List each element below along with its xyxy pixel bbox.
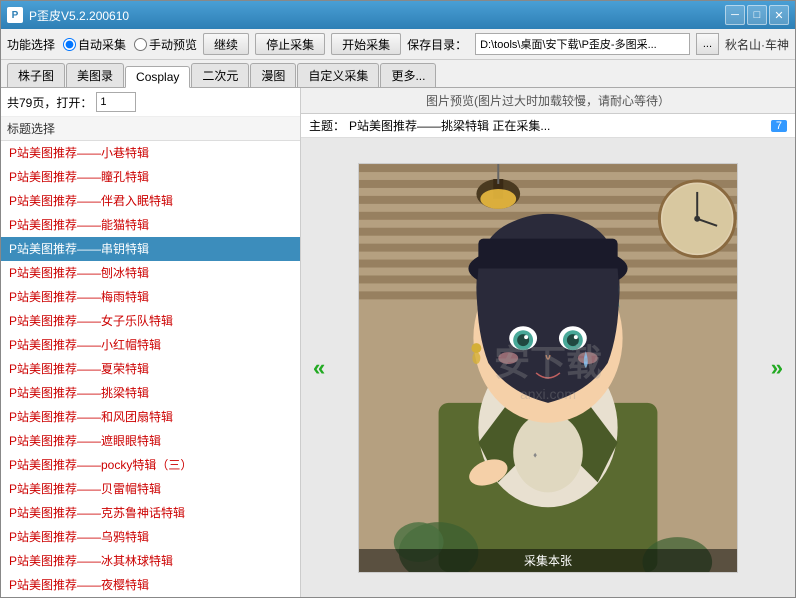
manual-preview-label: 手动预览 xyxy=(149,36,197,53)
preview-area: « xyxy=(301,138,795,597)
tab-mantou[interactable]: 漫图 xyxy=(250,63,296,87)
list-item[interactable]: P站美图推荐——梅雨特辑 xyxy=(1,285,300,309)
main-content: 共79页，打开： 标题选择 P站美图推荐——小巷特辑P站美图推荐——瞳孔特辑P站… xyxy=(1,88,795,597)
list-item[interactable]: P站美图推荐——串钥特辑 xyxy=(1,237,300,261)
tabs-row: 株子图 美图录 Cosplay 二次元 漫图 自定义采集 更多... xyxy=(1,60,795,88)
list-item[interactable]: P站美图推荐——乌鸦特辑 xyxy=(1,525,300,549)
function-select-label: 功能选择 xyxy=(7,36,55,53)
title-bar-left: P P歪皮V5.2.200610 xyxy=(7,7,129,24)
list-item[interactable]: P站美图推荐——伴君入眠特辑 xyxy=(1,189,300,213)
stop-button[interactable]: 停止采集 xyxy=(255,33,325,55)
collect-button[interactable]: 采集本张 xyxy=(359,549,737,572)
radio-group: 自动采集 手动预览 xyxy=(63,36,197,53)
tab-custom[interactable]: 自定义采集 xyxy=(297,63,379,87)
list-item[interactable]: P站美图推荐——能猫特辑 xyxy=(1,213,300,237)
tab-erci[interactable]: 二次元 xyxy=(191,63,249,87)
list-item[interactable]: P站美图推荐——夏荣特辑 xyxy=(1,357,300,381)
title-bar: P P歪皮V5.2.200610 ─ □ ✕ xyxy=(1,1,795,29)
list-item[interactable]: P站美图推荐——遮眼眼特辑 xyxy=(1,429,300,453)
status-row: 主题： P站美图推荐——挑梁特辑 正在采集... 7 xyxy=(301,114,795,138)
list-item[interactable]: P站美图推荐——贝雷帽特辑 xyxy=(1,477,300,501)
user-display: 秋名山·车神 xyxy=(725,36,789,53)
toolbar: 功能选择 自动采集 手动预览 继续 停止采集 开始采集 保存目录： D:\too… xyxy=(1,29,795,60)
list-item[interactable]: P站美图推荐——和风团扇特辑 xyxy=(1,405,300,429)
preview-image: ♦ xyxy=(358,163,738,573)
title-controls: ─ □ ✕ xyxy=(725,5,789,25)
list-item[interactable]: P站美图推荐——夜樱特辑 xyxy=(1,573,300,597)
list-container[interactable]: P站美图推荐——小巷特辑P站美图推荐——瞳孔特辑P站美图推荐——伴君入眠特辑P站… xyxy=(1,141,300,597)
auto-collect-label: 自动采集 xyxy=(78,36,126,53)
list-item[interactable]: P站美图推荐——冰其林球特辑 xyxy=(1,549,300,573)
list-item[interactable]: P站美图推荐——女子乐队特辑 xyxy=(1,309,300,333)
list-item[interactable]: P站美图推荐——瞳孔特辑 xyxy=(1,165,300,189)
maximize-button[interactable]: □ xyxy=(747,5,767,25)
preview-header: 图片预览(图片过大时加载较慢，请耐心等待） xyxy=(301,88,795,114)
svg-text:♦: ♦ xyxy=(533,450,537,459)
continue-button[interactable]: 继续 xyxy=(203,33,249,55)
left-panel: 共79页，打开： 标题选择 P站美图推荐——小巷特辑P站美图推荐——瞳孔特辑P站… xyxy=(1,88,301,597)
list-item[interactable]: P站美图推荐——pocky特辑（三） xyxy=(1,453,300,477)
browse-button[interactable]: ... xyxy=(696,33,719,55)
status-text: P站美图推荐——挑梁特辑 正在采集... xyxy=(349,117,550,134)
prev-button[interactable]: « xyxy=(309,345,329,391)
list-item[interactable]: P站美图推荐——小红帽特辑 xyxy=(1,333,300,357)
main-window: P P歪皮V5.2.200610 ─ □ ✕ 功能选择 自动采集 手动预览 继续… xyxy=(0,0,796,598)
page-input[interactable] xyxy=(96,92,136,112)
tab-meitu[interactable]: 美图录 xyxy=(66,63,124,87)
save-path-display: D:\tools\桌面\安下载\P歪皮-多图采... xyxy=(475,33,690,55)
list-item[interactable]: P站美图推荐——小巷特辑 xyxy=(1,141,300,165)
status-badge: 7 xyxy=(771,120,787,132)
status-label: 主题： xyxy=(309,117,345,134)
page-row: 共79页，打开： xyxy=(1,88,300,117)
tab-more[interactable]: 更多... xyxy=(380,63,436,87)
save-dir-label: 保存目录： xyxy=(407,36,467,53)
list-item[interactable]: P站美图推荐——克苏鲁神话特辑 xyxy=(1,501,300,525)
start-button[interactable]: 开始采集 xyxy=(331,33,401,55)
section-label: 标题选择 xyxy=(1,117,300,141)
page-info: 共79页，打开： xyxy=(7,94,92,111)
anime-illustration: ♦ xyxy=(359,164,737,572)
right-panel: 图片预览(图片过大时加载较慢，请耐心等待） 主题： P站美图推荐——挑梁特辑 正… xyxy=(301,88,795,597)
list-item[interactable]: P站美图推荐——刨冰特辑 xyxy=(1,261,300,285)
tab-zhuzitu[interactable]: 株子图 xyxy=(7,63,65,87)
minimize-button[interactable]: ─ xyxy=(725,5,745,25)
app-icon: P xyxy=(7,7,23,23)
window-title: P歪皮V5.2.200610 xyxy=(29,7,129,24)
tab-cosplay[interactable]: Cosplay xyxy=(125,66,190,88)
next-button[interactable]: » xyxy=(767,345,787,391)
auto-collect-radio[interactable]: 自动采集 xyxy=(63,36,126,53)
list-item[interactable]: P站美图推荐——挑梁特辑 xyxy=(1,381,300,405)
close-button[interactable]: ✕ xyxy=(769,5,789,25)
manual-preview-radio[interactable]: 手动预览 xyxy=(134,36,197,53)
